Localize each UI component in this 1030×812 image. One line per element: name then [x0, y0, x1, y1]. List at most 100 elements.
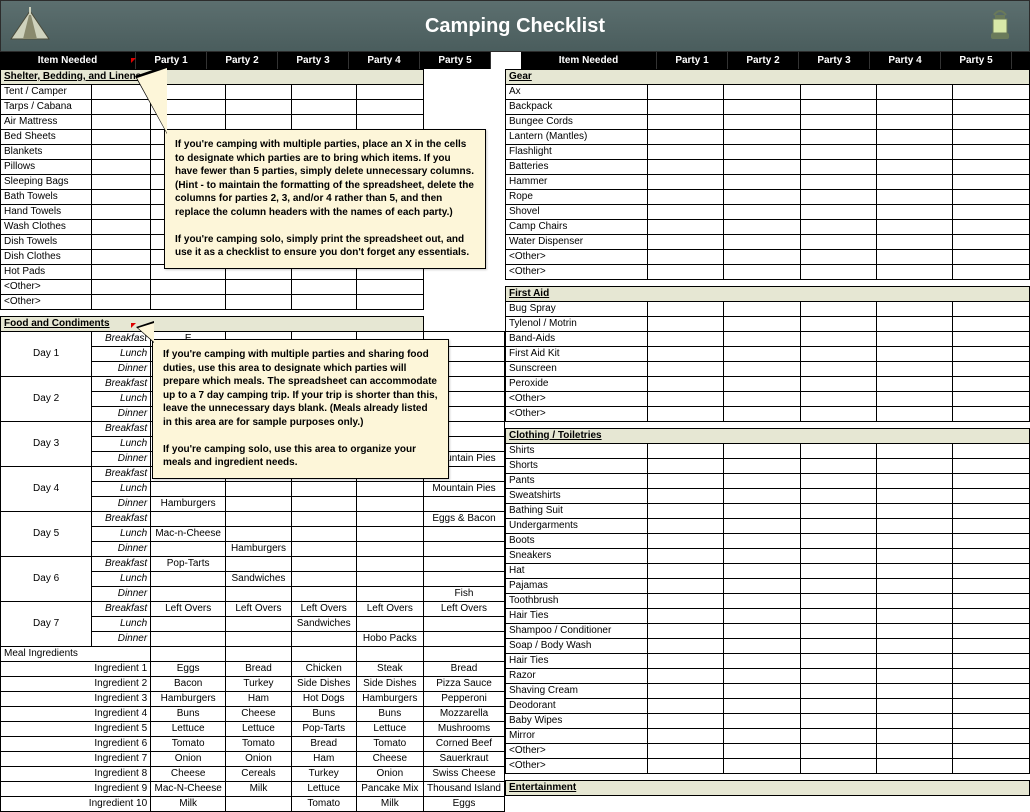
- meal-row[interactable]: Day 6BreakfastPop-Tarts: [1, 557, 505, 572]
- item-row[interactable]: Pants: [506, 474, 1030, 489]
- meal-cell[interactable]: [291, 587, 356, 602]
- item-row[interactable]: Hammer: [506, 175, 1030, 190]
- ingredient-cell[interactable]: Onion: [151, 752, 226, 767]
- item-row[interactable]: Bug Spray: [506, 302, 1030, 317]
- ingredient-cell[interactable]: Buns: [151, 707, 226, 722]
- meal-cell[interactable]: [226, 497, 292, 512]
- ingredient-cell[interactable]: Eggs: [424, 797, 505, 812]
- meal-cell[interactable]: [291, 572, 356, 587]
- item-row[interactable]: Tylenol / Motrin: [506, 317, 1030, 332]
- item-row[interactable]: Hair Ties: [506, 654, 1030, 669]
- meal-cell[interactable]: [226, 587, 292, 602]
- item-row[interactable]: Pajamas: [506, 579, 1030, 594]
- item-row[interactable]: Deodorant: [506, 699, 1030, 714]
- item-row[interactable]: Boots: [506, 534, 1030, 549]
- ingredient-row[interactable]: Ingredient 9Mac-N-CheeseMilkLettucePanca…: [1, 782, 505, 797]
- meal-cell[interactable]: [226, 512, 292, 527]
- ingredient-cell[interactable]: Buns: [356, 707, 423, 722]
- meal-cell[interactable]: [356, 572, 423, 587]
- meal-cell[interactable]: [424, 557, 505, 572]
- ingredient-cell[interactable]: Milk: [356, 797, 423, 812]
- ingredient-cell[interactable]: Cheese: [226, 707, 292, 722]
- item-row[interactable]: Camp Chairs: [506, 220, 1030, 235]
- meal-cell[interactable]: [356, 482, 423, 497]
- meal-cell[interactable]: [226, 632, 292, 647]
- ingredient-cell[interactable]: Mozzarella: [424, 707, 505, 722]
- meal-cell[interactable]: [226, 527, 292, 542]
- ingredient-cell[interactable]: Pepperoni: [424, 692, 505, 707]
- meal-cell[interactable]: Eggs & Bacon: [424, 512, 505, 527]
- ingredient-cell[interactable]: Tomato: [151, 737, 226, 752]
- item-row[interactable]: Shampoo / Conditioner: [506, 624, 1030, 639]
- item-row[interactable]: Shovel: [506, 205, 1030, 220]
- meal-row[interactable]: Day 5BreakfastEggs & Bacon: [1, 512, 505, 527]
- meal-cell[interactable]: [291, 542, 356, 557]
- ingredient-cell[interactable]: Tomato: [291, 797, 356, 812]
- ingredient-cell[interactable]: Ham: [291, 752, 356, 767]
- ingredient-cell[interactable]: Steak: [356, 662, 423, 677]
- item-row[interactable]: Shirts: [506, 444, 1030, 459]
- meal-cell[interactable]: Left Overs: [151, 602, 226, 617]
- ingredient-cell[interactable]: Mac-N-Cheese: [151, 782, 226, 797]
- item-row[interactable]: Lantern (Mantles): [506, 130, 1030, 145]
- ingredient-cell[interactable]: Hamburgers: [356, 692, 423, 707]
- meal-cell[interactable]: [291, 497, 356, 512]
- ingredient-cell[interactable]: Swiss Cheese: [424, 767, 505, 782]
- meal-cell[interactable]: Left Overs: [424, 602, 505, 617]
- meal-cell[interactable]: [356, 542, 423, 557]
- ingredient-row[interactable]: Ingredient 3HamburgersHamHot DogsHamburg…: [1, 692, 505, 707]
- meal-cell[interactable]: [356, 512, 423, 527]
- ingredient-cell[interactable]: Lettuce: [356, 722, 423, 737]
- meal-cell[interactable]: [151, 632, 226, 647]
- item-row[interactable]: Water Dispenser: [506, 235, 1030, 250]
- item-row[interactable]: Hair Ties: [506, 609, 1030, 624]
- item-row[interactable]: Undergarments: [506, 519, 1030, 534]
- comment-marker-icon[interactable]: [131, 58, 136, 63]
- item-row[interactable]: Mirror: [506, 729, 1030, 744]
- ingredient-cell[interactable]: Turkey: [226, 677, 292, 692]
- item-row[interactable]: Sneakers: [506, 549, 1030, 564]
- item-row[interactable]: Toothbrush: [506, 594, 1030, 609]
- item-row[interactable]: <Other>: [506, 744, 1030, 759]
- ingredient-cell[interactable]: Corned Beef: [424, 737, 505, 752]
- meal-cell[interactable]: Hobo Packs: [356, 632, 423, 647]
- meal-cell[interactable]: Sandwiches: [291, 617, 356, 632]
- ingredient-cell[interactable]: Cheese: [356, 752, 423, 767]
- meal-cell[interactable]: [226, 557, 292, 572]
- meal-cell[interactable]: [356, 527, 423, 542]
- item-row[interactable]: Peroxide: [506, 377, 1030, 392]
- meal-cell[interactable]: Mac-n-Cheese: [151, 527, 226, 542]
- item-row[interactable]: <Other>: [506, 265, 1030, 280]
- ingredient-cell[interactable]: Bacon: [151, 677, 226, 692]
- ingredient-cell[interactable]: Bread: [424, 662, 505, 677]
- item-row[interactable]: Tarps / Cabana: [1, 100, 505, 115]
- ingredient-cell[interactable]: Lettuce: [226, 722, 292, 737]
- item-row[interactable]: <Other>: [506, 250, 1030, 265]
- ingredient-cell[interactable]: [226, 797, 292, 812]
- ingredient-cell[interactable]: Side Dishes: [356, 677, 423, 692]
- ingredient-cell[interactable]: Side Dishes: [291, 677, 356, 692]
- ingredient-cell[interactable]: Pancake Mix: [356, 782, 423, 797]
- item-row[interactable]: Razor: [506, 669, 1030, 684]
- ingredient-cell[interactable]: Lettuce: [291, 782, 356, 797]
- meal-cell[interactable]: [424, 542, 505, 557]
- item-row[interactable]: <Other>: [506, 407, 1030, 422]
- meal-cell[interactable]: Left Overs: [226, 602, 292, 617]
- ingredient-row[interactable]: Ingredient 7OnionOnionHamCheeseSauerkrau…: [1, 752, 505, 767]
- ingredient-cell[interactable]: Hot Dogs: [291, 692, 356, 707]
- meal-cell[interactable]: [151, 512, 226, 527]
- item-row[interactable]: <Other>: [506, 392, 1030, 407]
- meal-cell[interactable]: [291, 512, 356, 527]
- comment-marker-icon[interactable]: [131, 323, 136, 328]
- item-row[interactable]: Flashlight: [506, 145, 1030, 160]
- ingredient-row[interactable]: Ingredient 1EggsBreadChickenSteakBread: [1, 662, 505, 677]
- meal-cell[interactable]: [356, 557, 423, 572]
- meal-row[interactable]: Day 7BreakfastLeft OversLeft OversLeft O…: [1, 602, 505, 617]
- ingredient-row[interactable]: Ingredient 2BaconTurkeySide DishesSide D…: [1, 677, 505, 692]
- meal-cell[interactable]: Pop-Tarts: [151, 557, 226, 572]
- ingredient-cell[interactable]: Cheese: [151, 767, 226, 782]
- ingredient-cell[interactable]: Lettuce: [151, 722, 226, 737]
- ingredient-cell[interactable]: Mushrooms: [424, 722, 505, 737]
- ingredient-cell[interactable]: Onion: [226, 752, 292, 767]
- ingredient-cell[interactable]: Buns: [291, 707, 356, 722]
